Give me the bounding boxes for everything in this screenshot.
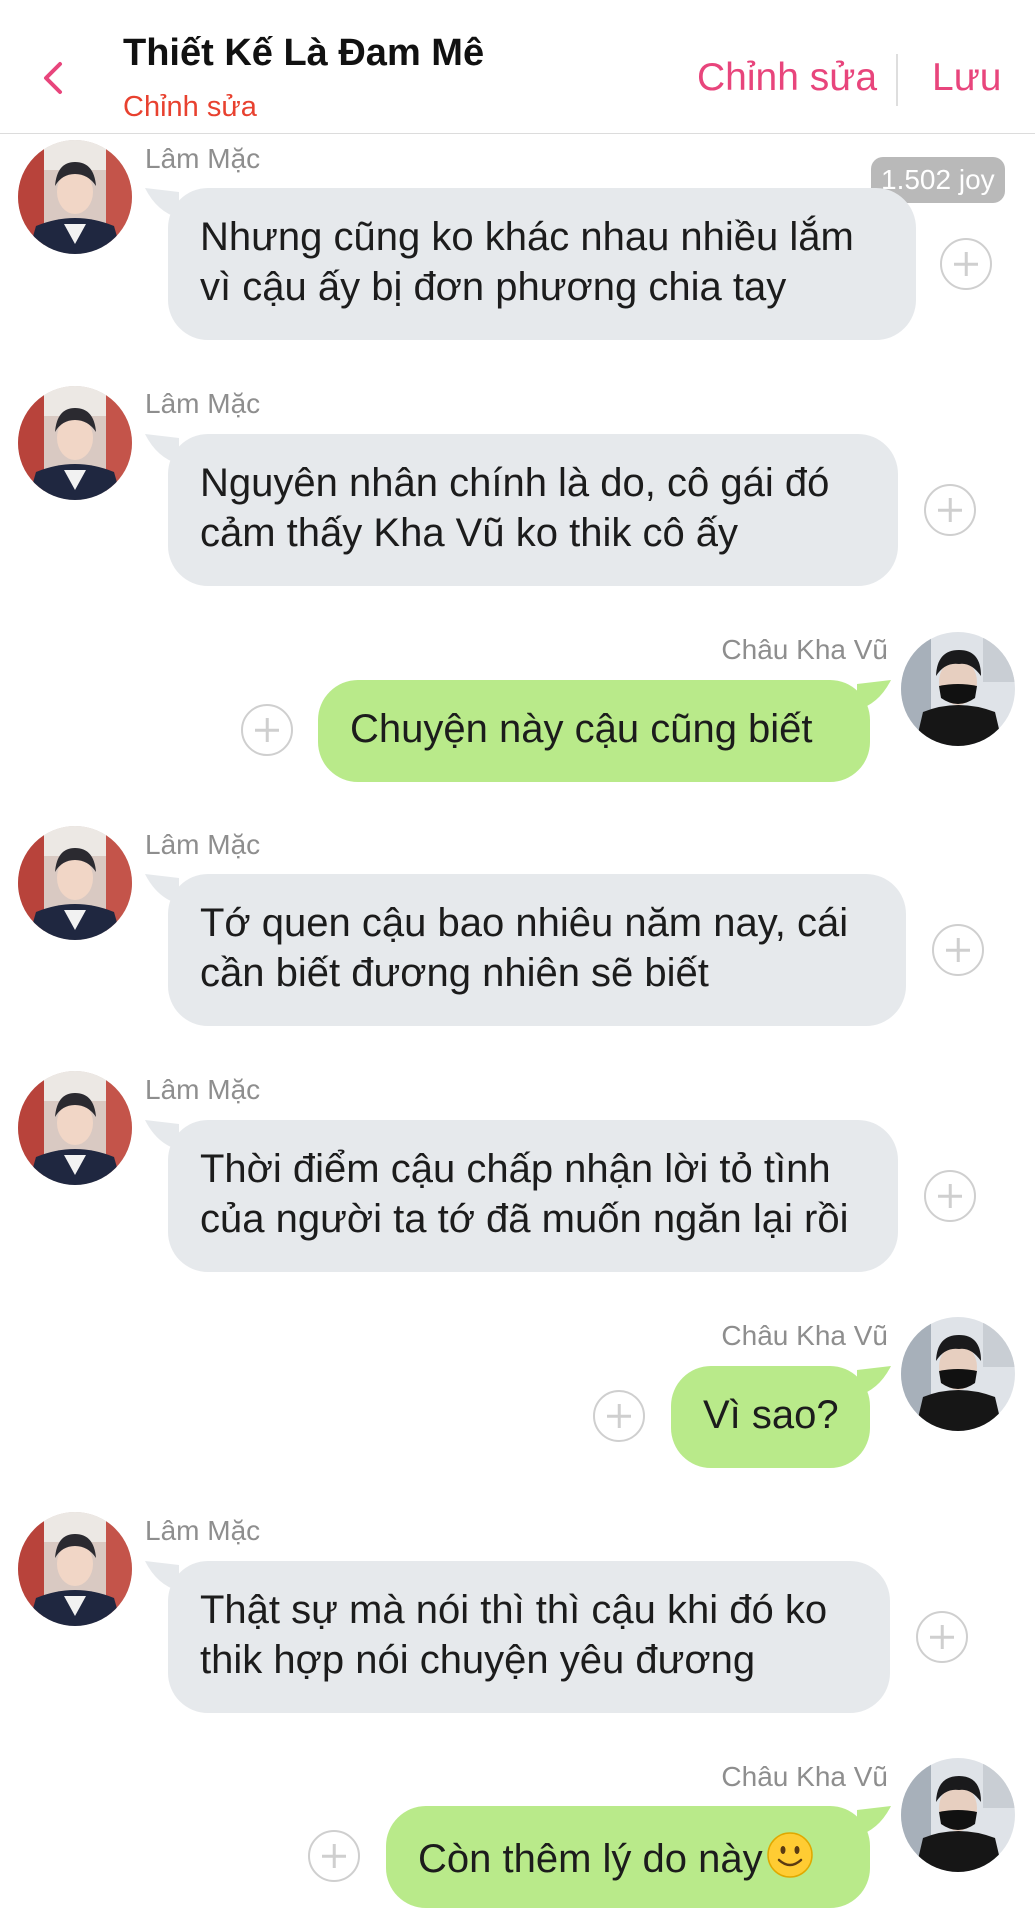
chat-subtitle: Chỉnh sửa xyxy=(123,91,257,123)
add-reaction-icon[interactable] xyxy=(308,1830,360,1882)
message-bubble[interactable]: Thật sự mà nói thì thì cậu khi đó ko thi… xyxy=(168,1561,890,1713)
avatar-lam-mac[interactable] xyxy=(18,386,132,500)
sender-name: Châu Kha Vũ xyxy=(721,634,888,665)
add-reaction-icon[interactable] xyxy=(924,1170,976,1222)
message-bubble[interactable]: Tớ quen cậu bao nhiêu năm nay, cái cần b… xyxy=(168,874,906,1026)
chat-header: Thiết Kế Là Đam Mê Chỉnh sửa Chỉnh sửa L… xyxy=(0,0,1035,134)
avatar-chau-kha-vu[interactable] xyxy=(901,632,1015,746)
message-bubble[interactable]: Thời điểm cậu chấp nhận lời tỏ tình của … xyxy=(168,1120,898,1272)
add-reaction-icon[interactable] xyxy=(940,238,992,290)
message-bubble[interactable]: Còn thêm lý do này xyxy=(386,1806,870,1908)
add-reaction-icon[interactable] xyxy=(924,484,976,536)
message-bubble[interactable]: Vì sao? xyxy=(671,1366,870,1468)
sender-name: Lâm Mặc xyxy=(145,388,261,419)
sender-name: Lâm Mặc xyxy=(145,1074,261,1105)
sender-name: Lâm Mặc xyxy=(145,829,261,860)
avatar-lam-mac[interactable] xyxy=(18,1071,132,1185)
add-reaction-icon[interactable] xyxy=(593,1390,645,1442)
save-button[interactable]: Lưu xyxy=(932,56,1002,100)
sender-name: Lâm Mặc xyxy=(145,143,261,174)
avatar-lam-mac[interactable] xyxy=(18,1512,132,1626)
avatar-chau-kha-vu[interactable] xyxy=(901,1758,1015,1872)
add-reaction-icon[interactable] xyxy=(932,924,984,976)
add-reaction-icon[interactable] xyxy=(916,1611,968,1663)
sender-name: Châu Kha Vũ xyxy=(721,1320,888,1351)
smiling-face-emoji-icon xyxy=(766,1832,813,1878)
edit-button[interactable]: Chỉnh sửa xyxy=(697,56,877,100)
header-divider xyxy=(896,54,898,106)
sender-name: Châu Kha Vũ xyxy=(721,1761,888,1792)
sender-name: Lâm Mặc xyxy=(145,1515,261,1546)
avatar-chau-kha-vu[interactable] xyxy=(901,1317,1015,1431)
message-bubble[interactable]: Nhưng cũng ko khác nhau nhiều lắm vì cậu… xyxy=(168,188,916,340)
chevron-left-icon xyxy=(44,62,62,94)
add-reaction-icon[interactable] xyxy=(241,704,293,756)
chat-title: Thiết Kế Là Đam Mê xyxy=(123,32,485,74)
message-bubble[interactable]: Chuyện này cậu cũng biết xyxy=(318,680,870,782)
avatar-lam-mac[interactable] xyxy=(18,140,132,254)
back-button[interactable] xyxy=(34,58,74,98)
message-bubble[interactable]: Nguyên nhân chính là do, cô gái đó cảm t… xyxy=(168,434,898,586)
avatar-lam-mac[interactable] xyxy=(18,826,132,940)
